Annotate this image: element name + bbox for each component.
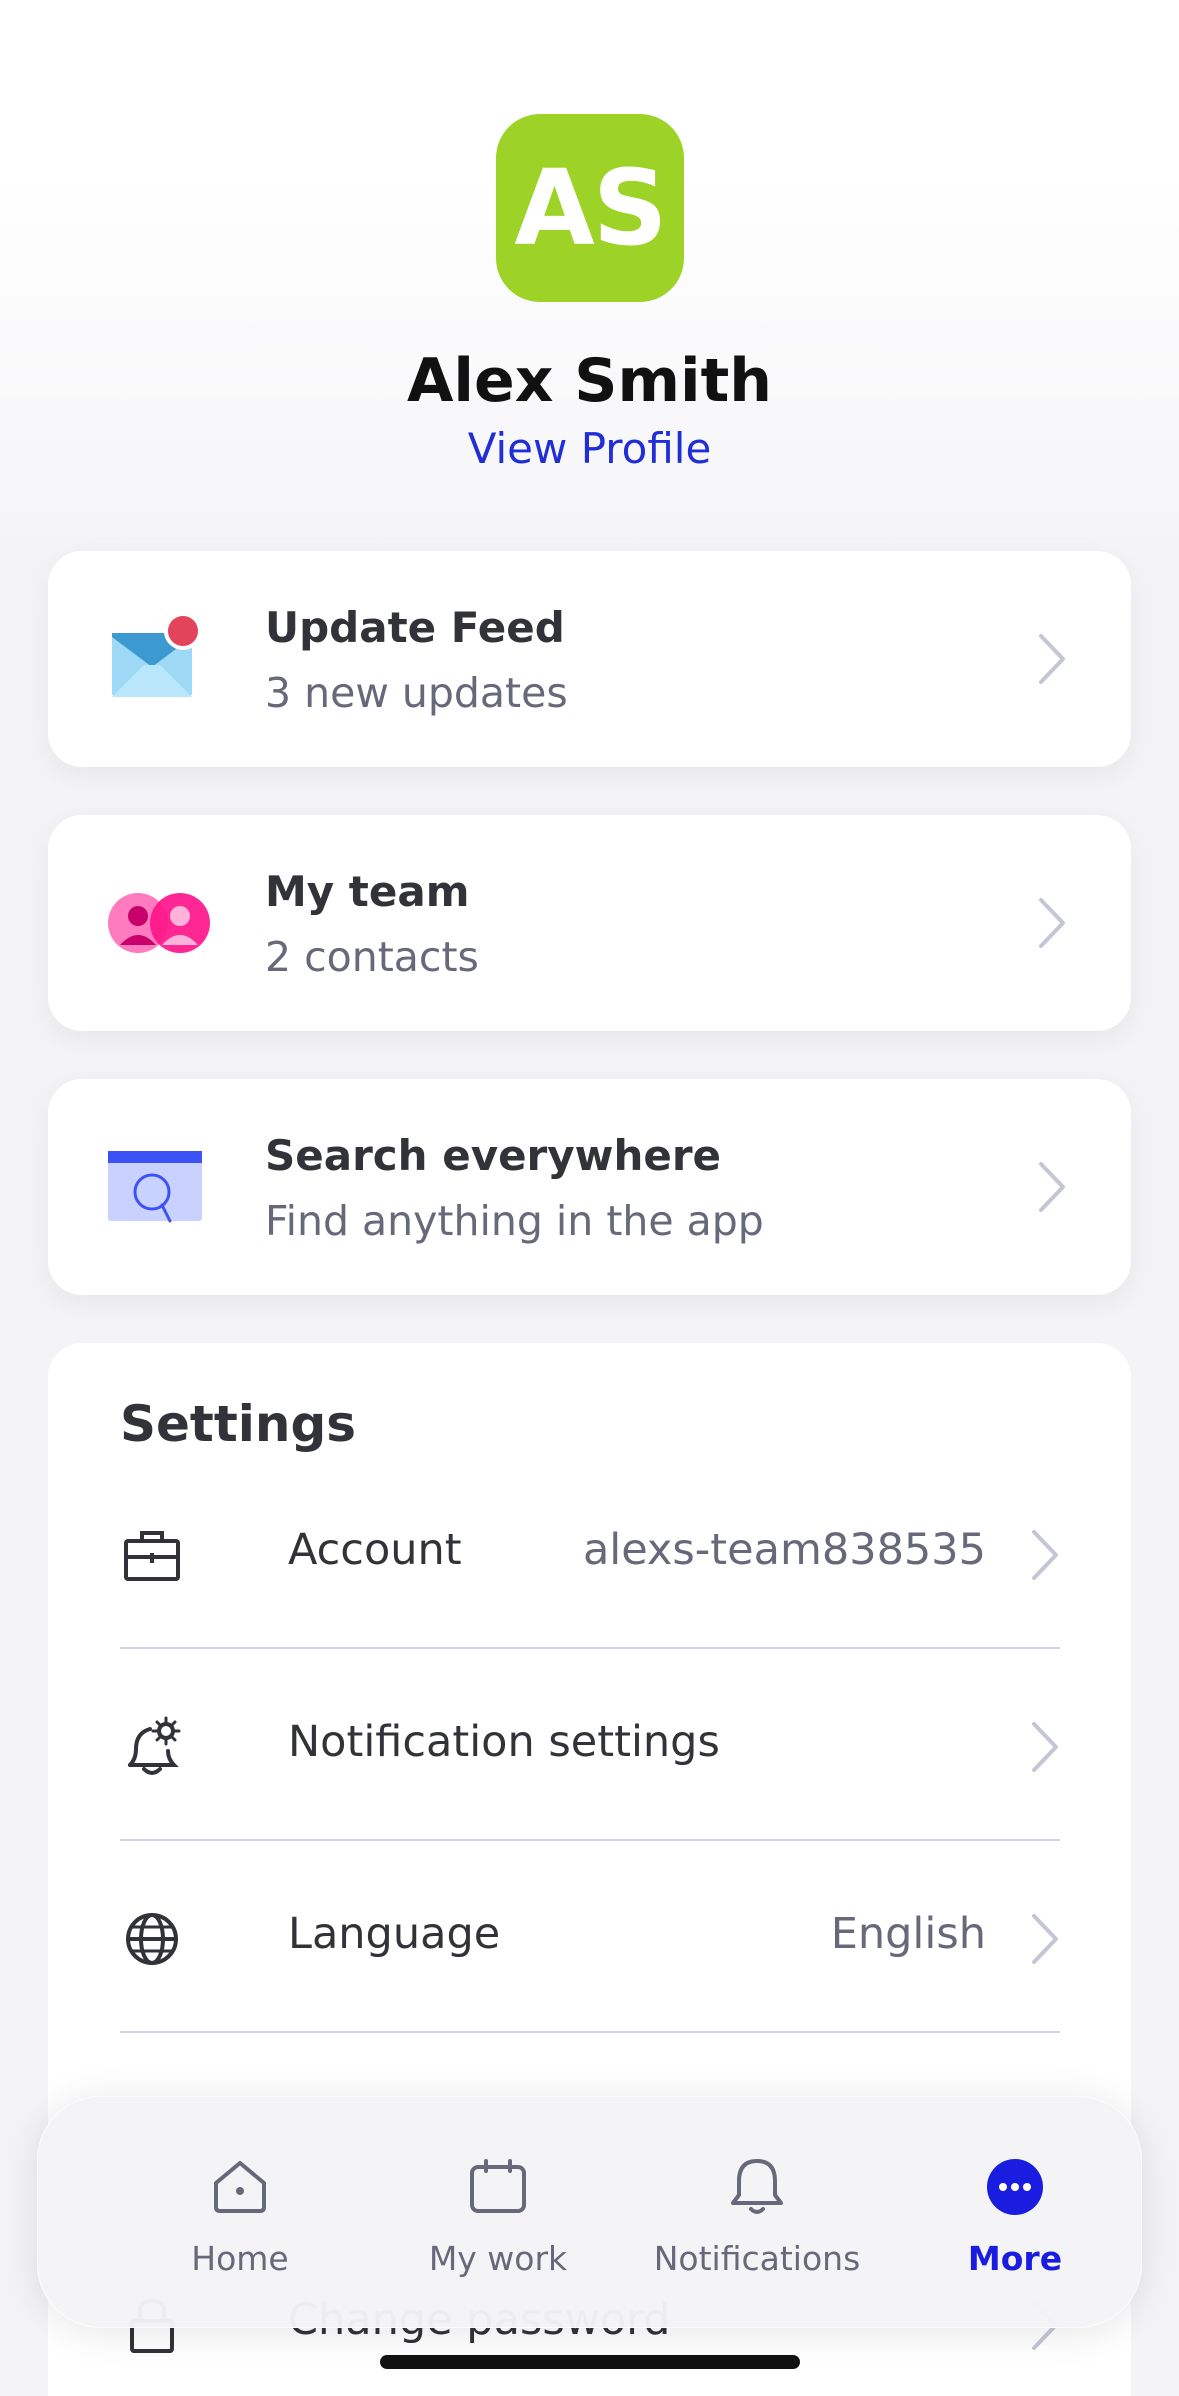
card-title: My team (265, 867, 470, 916)
row-label: Language (288, 1909, 501, 1959)
chevron-right-icon (1032, 1530, 1058, 1580)
more-icon (987, 2159, 1043, 2215)
tab-notifications[interactable]: Notifications (627, 2097, 887, 2329)
team-icon (104, 873, 214, 973)
view-profile-link[interactable]: View Profile (0, 424, 1179, 473)
calendar-icon (470, 2159, 526, 2213)
tab-label: More (967, 2239, 1063, 2278)
settings-row-account[interactable]: Account alexs-team838535 (120, 1457, 1060, 1649)
home-icon (214, 2161, 266, 2213)
chevron-right-icon (1039, 634, 1065, 684)
bell-gear-icon (128, 1716, 181, 1775)
home-indicator (380, 2355, 800, 2369)
update-feed-card[interactable]: Update Feed 3 new updates (48, 551, 1131, 767)
search-window-icon (104, 1137, 214, 1237)
row-label: Account (288, 1525, 462, 1575)
tab-label: My work (428, 2239, 568, 2278)
bottom-tab-bar: Home My work Notifications More (37, 2096, 1142, 2328)
card-subtitle: 3 new updates (265, 669, 568, 717)
settings-title: Settings (120, 1395, 357, 1453)
card-subtitle: 2 contacts (265, 933, 479, 981)
avatar-initials: AS (514, 147, 667, 269)
card-title: Search everywhere (265, 1131, 722, 1180)
divider (120, 2031, 1060, 2033)
briefcase-icon (124, 1531, 180, 1581)
search-everywhere-card[interactable]: Search everywhere Find anything in the a… (48, 1079, 1131, 1295)
card-title: Update Feed (265, 603, 565, 652)
tab-home[interactable]: Home (110, 2097, 370, 2329)
chevron-right-icon (1032, 1914, 1058, 1964)
tab-label: Home (191, 2239, 289, 2278)
chevron-right-icon (1032, 1722, 1058, 1772)
tab-my-work[interactable]: My work (368, 2097, 628, 2329)
chevron-right-icon (1039, 1162, 1065, 1212)
account-name-value: alexs-team838535 (582, 1525, 986, 1575)
row-label: Notification settings (288, 1717, 720, 1767)
globe-icon (126, 1913, 178, 1965)
my-team-card[interactable]: My team 2 contacts (48, 815, 1131, 1031)
language-value: English (830, 1909, 986, 1959)
tab-label: Notifications (653, 2239, 861, 2278)
profile-name: Alex Smith (407, 346, 772, 416)
card-subtitle: Find anything in the app (265, 1197, 764, 1245)
tab-more[interactable]: More (885, 2097, 1145, 2329)
settings-row-language[interactable]: Language English (120, 1841, 1060, 2033)
avatar[interactable]: AS (496, 114, 684, 302)
chevron-right-icon (1039, 898, 1065, 948)
envelope-icon (104, 609, 214, 709)
settings-row-notification-settings[interactable]: Notification settings (120, 1649, 1060, 1841)
bell-icon (731, 2159, 783, 2214)
